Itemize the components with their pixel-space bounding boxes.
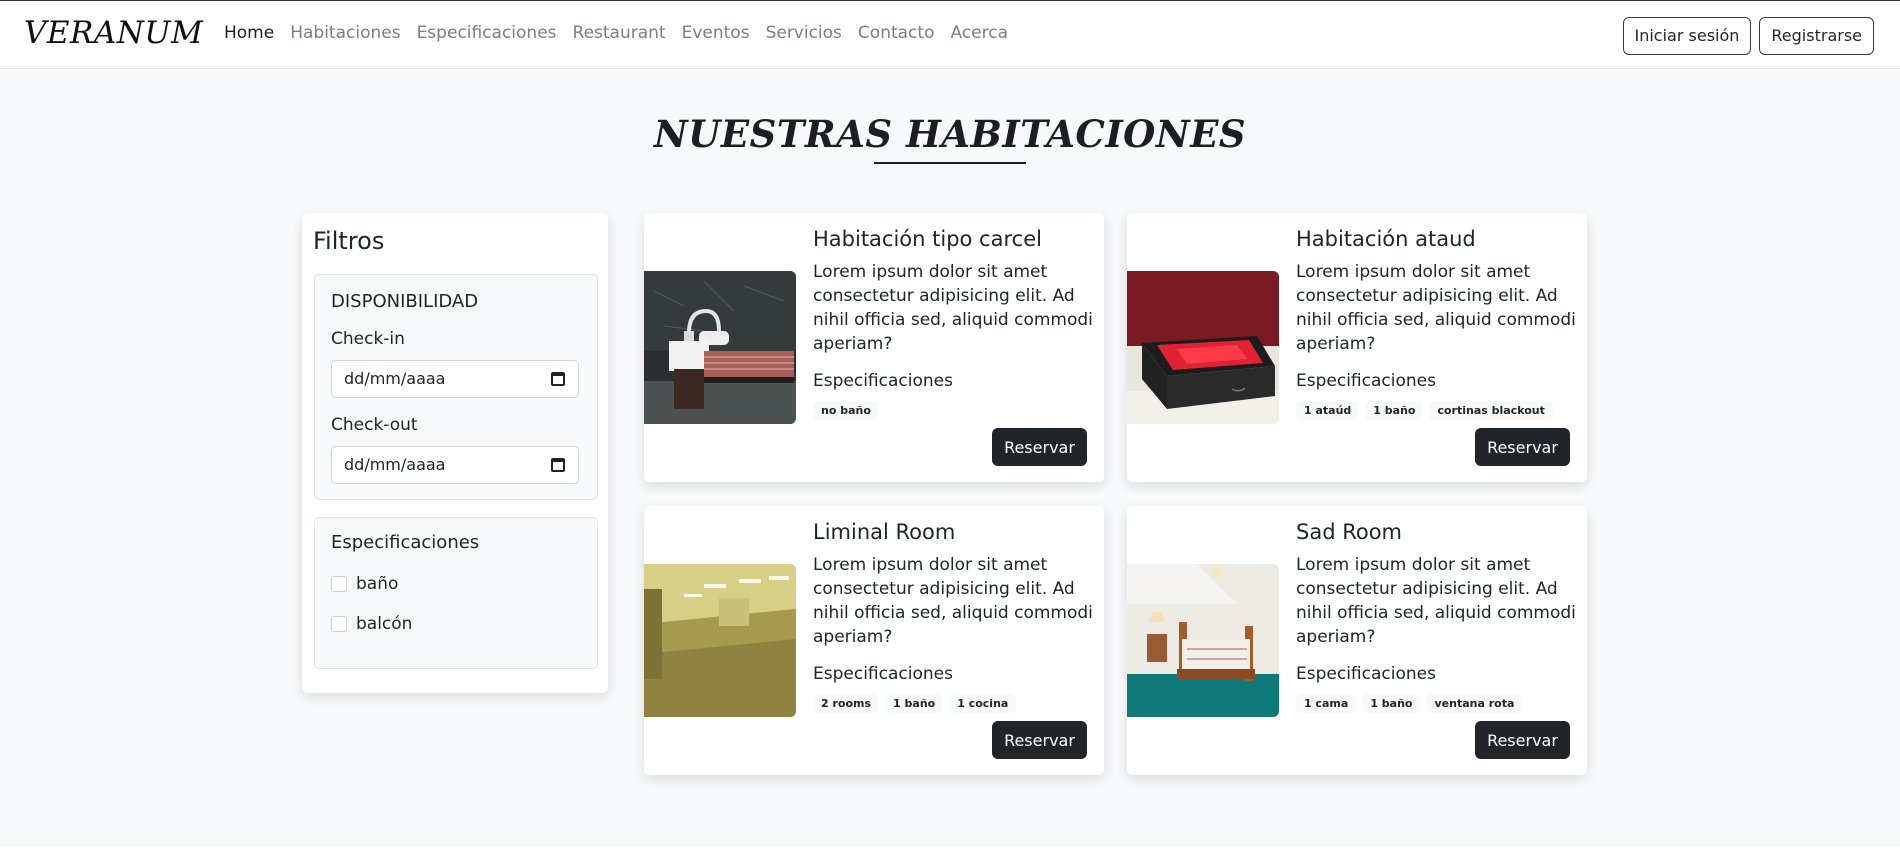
room-tags: no baño: [813, 401, 885, 420]
spec-tag: 1 cocina: [949, 694, 1017, 713]
nav-link-eventos[interactable]: Eventos: [682, 23, 750, 43]
room-specs-label: Especificaciones: [813, 371, 953, 391]
nav-link-habitaciones[interactable]: Habitaciones: [290, 23, 400, 43]
login-button[interactable]: Iniciar sesión: [1622, 17, 1752, 55]
spec-tag: 2 rooms: [813, 694, 880, 713]
room-card: Habitación ataud Lorem ipsum dolor sit a…: [1127, 213, 1587, 482]
nav-link-acerca[interactable]: Acerca: [950, 23, 1008, 43]
spec-tag: no baño: [813, 401, 879, 420]
spec-tag: 1 cama: [1296, 694, 1357, 713]
nav-link-servicios[interactable]: Servicios: [766, 23, 842, 43]
title-underline: [874, 162, 1026, 164]
spec-tag: 1 baño: [1365, 401, 1424, 420]
room-tags: 2 rooms 1 baño 1 cocina: [813, 694, 1022, 713]
reserve-button[interactable]: Reservar: [1475, 428, 1570, 466]
availability-heading: DISPONIBILIDAD: [331, 291, 479, 312]
room-description: Lorem ipsum dolor sit amet consectetur a…: [813, 262, 1093, 354]
room-specs-label: Especificaciones: [1296, 664, 1436, 684]
room-image: [1127, 564, 1279, 717]
room-description: Lorem ipsum dolor sit amet consectetur a…: [813, 555, 1093, 647]
page-title: NUESTRAS HABITACIONES: [653, 112, 1247, 156]
main-content: NUESTRAS HABITACIONES Filtros DISPONIBIL…: [0, 70, 1900, 847]
calendar-icon[interactable]: [551, 372, 565, 386]
room-image: [644, 564, 796, 717]
reserve-button[interactable]: Reservar: [992, 428, 1087, 466]
room-tags: 1 cama 1 baño ventana rota: [1296, 694, 1528, 713]
room-card: Liminal Room Lorem ipsum dolor sit amet …: [644, 506, 1104, 775]
bano-checkbox[interactable]: [331, 576, 347, 592]
reserve-button[interactable]: Reservar: [1475, 721, 1570, 759]
nav-link-restaurant[interactable]: Restaurant: [573, 23, 666, 43]
bano-label: baño: [356, 574, 399, 594]
room-image: [644, 271, 796, 424]
availability-filter: DISPONIBILIDAD Check-in dd/mm/aaaa Check…: [314, 274, 598, 500]
brand-logo[interactable]: VERANUM: [24, 15, 203, 51]
room-title: Habitación ataud: [1296, 227, 1476, 251]
room-card: Sad Room Lorem ipsum dolor sit amet cons…: [1127, 506, 1587, 775]
checkin-label: Check-in: [331, 329, 405, 349]
room-image: [1127, 271, 1279, 424]
nav-link-especificaciones[interactable]: Especificaciones: [417, 23, 557, 43]
balcon-checkbox[interactable]: [331, 616, 347, 632]
specs-filter: Especificaciones baño balcón: [314, 517, 598, 669]
reserve-button[interactable]: Reservar: [992, 721, 1087, 759]
room-specs-label: Especificaciones: [813, 664, 953, 684]
balcon-label: balcón: [356, 614, 413, 634]
calendar-icon[interactable]: [551, 458, 565, 472]
filters-title: Filtros: [313, 227, 385, 255]
spec-option-balcon[interactable]: balcón: [331, 614, 412, 634]
spec-tag: 1 ataúd: [1296, 401, 1360, 420]
checkout-date-input[interactable]: dd/mm/aaaa: [331, 446, 579, 484]
register-button[interactable]: Registrarse: [1759, 17, 1874, 55]
room-title: Habitación tipo carcel: [813, 227, 1042, 251]
top-navbar: VERANUM Home Habitaciones Especificacion…: [0, 0, 1900, 69]
room-title: Sad Room: [1296, 520, 1403, 544]
room-description: Lorem ipsum dolor sit amet consectetur a…: [1296, 555, 1576, 647]
nav-link-home[interactable]: Home: [224, 23, 274, 43]
nav-link-contacto[interactable]: Contacto: [858, 23, 935, 43]
spec-tag: 1 baño: [885, 694, 944, 713]
room-tags: 1 ataúd 1 baño cortinas blackout: [1296, 401, 1559, 420]
spec-tag: cortinas blackout: [1429, 401, 1553, 420]
auth-buttons: Iniciar sesión Registrarse: [1615, 17, 1874, 55]
checkout-placeholder: dd/mm/aaaa: [344, 455, 446, 474]
checkout-label: Check-out: [331, 415, 418, 435]
checkin-date-input[interactable]: dd/mm/aaaa: [331, 360, 579, 398]
spec-tag: 1 baño: [1362, 694, 1421, 713]
room-title: Liminal Room: [813, 520, 956, 544]
checkin-placeholder: dd/mm/aaaa: [344, 369, 446, 388]
room-card: Habitación tipo carcel Lorem ipsum dolor…: [644, 213, 1104, 482]
room-specs-label: Especificaciones: [1296, 371, 1436, 391]
nav-links: Home Habitaciones Especificaciones Resta…: [224, 23, 1024, 43]
filters-panel: Filtros DISPONIBILIDAD Check-in dd/mm/aa…: [302, 213, 608, 693]
room-description: Lorem ipsum dolor sit amet consectetur a…: [1296, 262, 1576, 354]
spec-option-bano[interactable]: baño: [331, 574, 398, 594]
spec-tag: ventana rota: [1426, 694, 1523, 713]
specs-filter-heading: Especificaciones: [331, 532, 480, 553]
